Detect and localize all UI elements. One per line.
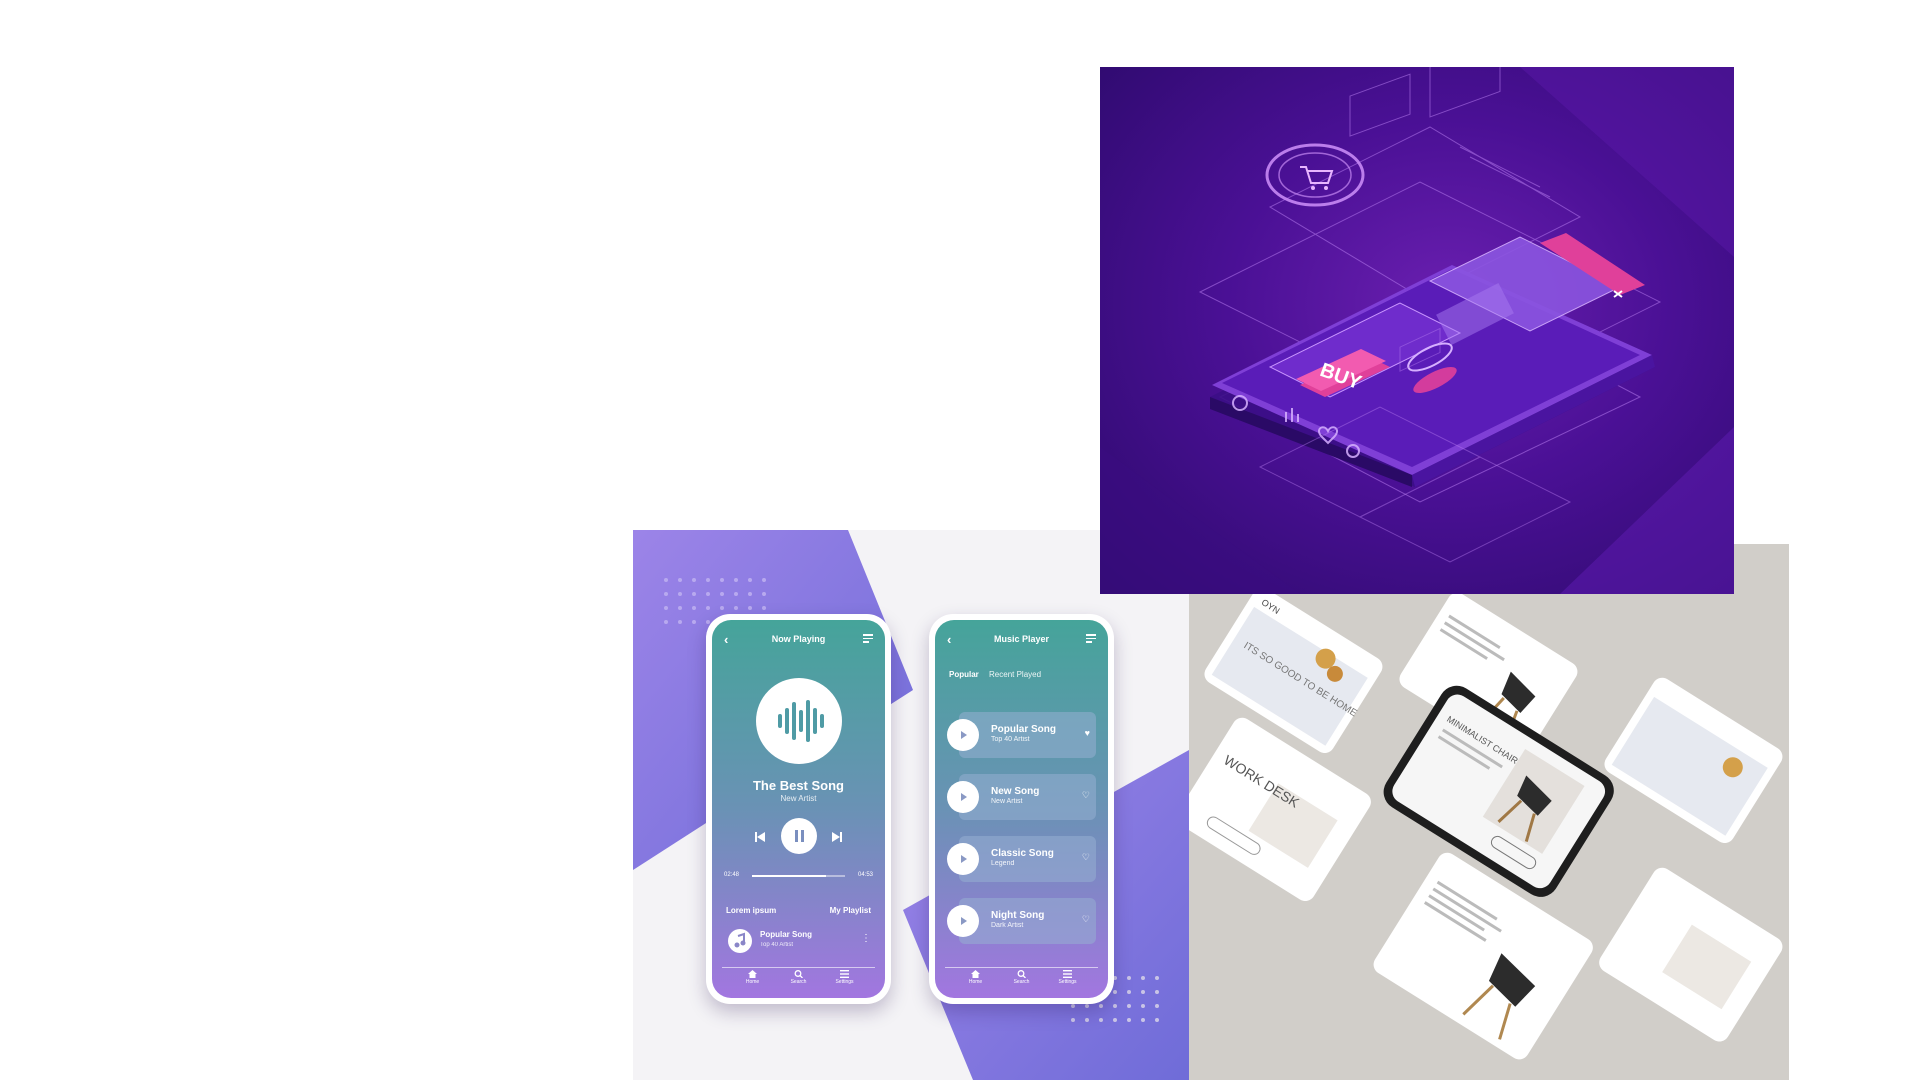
song-row[interactable]: Classic Song Legend ♡ (947, 836, 1096, 882)
menu-icon[interactable] (863, 634, 873, 643)
screen-card (1604, 677, 1783, 843)
smartphone-mockup: MINIMALIST CHAIR (1383, 685, 1614, 897)
music-note-icon (734, 932, 746, 948)
play-button[interactable] (947, 905, 979, 937)
settings-list-icon (840, 970, 849, 978)
song-title: Popular Song (991, 724, 1056, 735)
furniture-mockup-scene: OYN ITS SO GOOD TO BE HOME WORK DESK MIN… (1189, 587, 1783, 1060)
song-title: Night Song (991, 910, 1045, 921)
search-icon (1017, 970, 1026, 978)
pause-button[interactable] (780, 818, 817, 854)
now-playing-screen: ‹ Now Playing The Best Song New Artist 0… (712, 620, 885, 998)
pause-icon (794, 830, 804, 842)
song-subtitle: Dark Artist (991, 922, 1024, 929)
previous-icon[interactable] (754, 831, 766, 843)
song-row[interactable]: Popular Song Top 40 Artist ♥ (947, 712, 1096, 758)
song-card (959, 836, 1096, 882)
home-icon (748, 970, 757, 978)
bottom-navigation: Home Search Settings (712, 970, 885, 992)
nav-home[interactable]: Home (960, 970, 992, 992)
song-title: New Song (991, 786, 1040, 797)
time-elapsed: 02:48 (724, 872, 740, 878)
nav-settings-label: Settings (1058, 979, 1077, 985)
music-app-showcase: ‹ Now Playing The Best Song New Artist 0… (633, 530, 1189, 1080)
section-lorem-link[interactable]: Lorem ipsum (726, 906, 776, 915)
music-player-screen: ‹ Music Player Popular Recent Played Pop… (935, 620, 1108, 998)
next-icon[interactable] (831, 831, 843, 843)
play-icon (961, 793, 967, 801)
song-artist: New Artist (780, 794, 817, 803)
time-total: 04:53 (857, 872, 873, 878)
tab-popular[interactable]: Popular (949, 670, 979, 679)
screen-title: Music Player (993, 634, 1050, 644)
more-options-icon[interactable]: ⋮ (861, 933, 871, 944)
play-icon (961, 731, 967, 739)
home-icon (971, 970, 980, 978)
isometric-scene: BUY (1100, 67, 1734, 594)
nav-divider (722, 967, 875, 968)
nav-home-label: Home (968, 979, 983, 985)
nav-divider (945, 967, 1098, 968)
bottom-navigation: Home Search Settings (935, 970, 1108, 992)
settings-list-icon (1063, 970, 1072, 978)
progress-slider[interactable] (752, 875, 845, 877)
heart-outline-icon[interactable]: ♡ (1082, 852, 1090, 863)
screen-card: WORK DESK (1189, 717, 1371, 902)
song-subtitle: New Artist (991, 798, 1023, 805)
song-card (959, 774, 1096, 820)
cart-icon (1265, 143, 1365, 207)
smartphone (1210, 236, 1655, 487)
heart-outline-icon[interactable]: ♡ (1082, 790, 1090, 801)
song-card (959, 898, 1096, 944)
progress-fill (752, 875, 827, 877)
song-card (959, 712, 1096, 758)
nav-search[interactable]: Search (783, 970, 815, 992)
mini-player-subtitle: Top 40 Artist (760, 942, 794, 948)
screen-card (1373, 852, 1593, 1060)
play-icon (961, 855, 967, 863)
screen-card (1599, 867, 1783, 1042)
play-button[interactable] (947, 781, 979, 813)
song-subtitle: Top 40 Artist (991, 736, 1030, 743)
play-button[interactable] (947, 843, 979, 875)
nav-settings-label: Settings (835, 979, 854, 985)
nav-search[interactable]: Search (1006, 970, 1038, 992)
nav-search-label: Search (790, 979, 807, 985)
mini-player-title: Popular Song (760, 930, 812, 939)
search-icon (794, 970, 803, 978)
menu-icon[interactable] (1086, 634, 1096, 643)
play-icon (961, 917, 967, 925)
sound-wave-icon (777, 700, 824, 742)
my-playlist-link[interactable]: My Playlist (830, 906, 871, 915)
heart-icon[interactable]: ♥ (1085, 728, 1090, 738)
nav-settings[interactable]: Settings (829, 970, 861, 992)
music-player-phone: ‹ Music Player Popular Recent Played Pop… (929, 614, 1114, 1004)
play-button[interactable] (947, 719, 979, 751)
isometric-shopping-illustration: BUY (1100, 67, 1734, 594)
mini-player-art (728, 929, 752, 953)
song-subtitle: Legend (991, 860, 1015, 867)
song-row[interactable]: Night Song Dark Artist ♡ (947, 898, 1096, 944)
heart-outline-icon[interactable]: ♡ (1082, 914, 1090, 925)
furniture-app-showcase: OYN ITS SO GOOD TO BE HOME WORK DESK MIN… (1189, 544, 1789, 1080)
nav-settings[interactable]: Settings (1052, 970, 1084, 992)
nav-search-label: Search (1013, 979, 1030, 985)
tab-recent-played[interactable]: Recent Played (989, 670, 1041, 679)
album-art (755, 678, 842, 764)
song-row[interactable]: New Song New Artist ♡ (947, 774, 1096, 820)
song-title: The Best Song (752, 778, 844, 793)
now-playing-phone: ‹ Now Playing The Best Song New Artist 0… (706, 614, 891, 1004)
nav-home[interactable]: Home (737, 970, 769, 992)
tab-bar: Popular Recent Played (949, 670, 1041, 679)
screen-title: Now Playing (771, 634, 826, 644)
song-title: Classic Song (991, 848, 1054, 859)
nav-home-label: Home (745, 979, 760, 985)
